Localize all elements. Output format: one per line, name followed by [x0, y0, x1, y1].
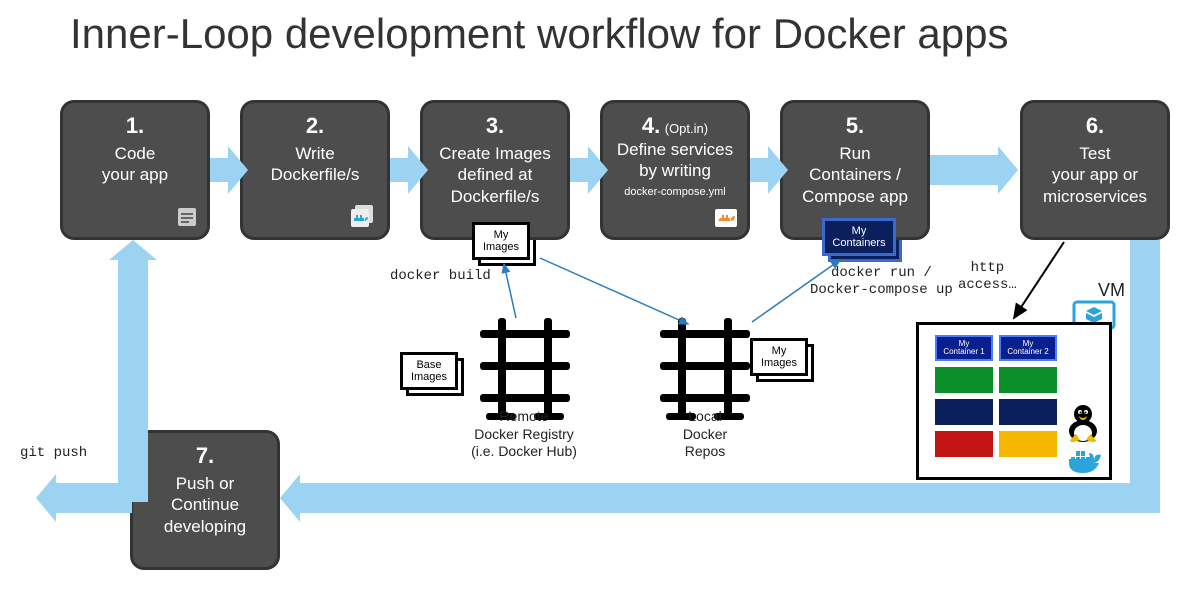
arrow-remote-to-myimages: [0, 0, 1204, 591]
vm-container-2: MyContainer 2: [999, 335, 1057, 361]
vm-block-green-2: [999, 367, 1057, 393]
vm-block-navy-1: [935, 399, 993, 425]
vm-block-yellow: [999, 431, 1057, 457]
vm-block-navy-2: [999, 399, 1057, 425]
docker-whale-icon-vm: [1067, 447, 1107, 477]
vm-block-red: [935, 431, 993, 457]
vm-label: VM: [1098, 280, 1125, 301]
vm-block-green-1: [935, 367, 993, 393]
linux-tux-icon: [1065, 403, 1101, 443]
vm-container-1: MyContainer 1: [935, 335, 993, 361]
vm-box: MyContainer 1 MyContainer 2: [916, 322, 1112, 480]
